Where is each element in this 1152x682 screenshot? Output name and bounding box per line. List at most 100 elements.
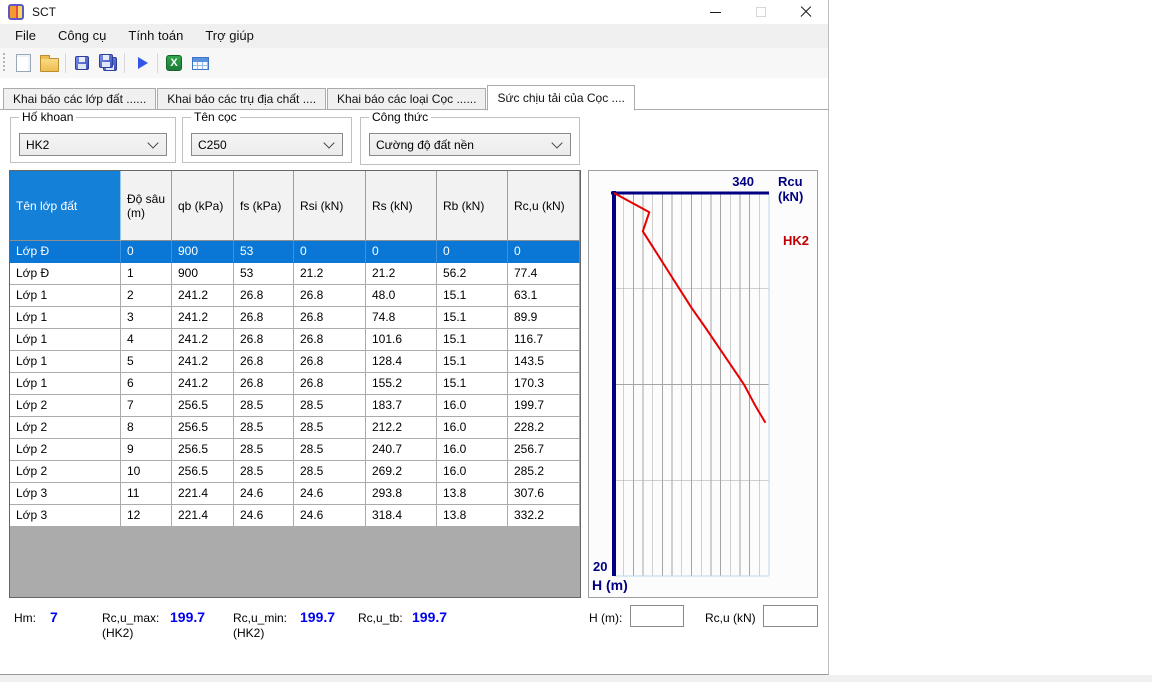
- table-cell[interactable]: 241.2: [172, 307, 234, 329]
- table-cell[interactable]: 13.8: [437, 483, 508, 505]
- table-row[interactable]: Lớp 16241.226.826.8155.215.1170.3: [10, 373, 580, 395]
- table-cell[interactable]: 28.5: [234, 439, 294, 461]
- table-cell[interactable]: 285.2: [508, 461, 580, 483]
- table-cell[interactable]: 241.2: [172, 285, 234, 307]
- table-cell[interactable]: 0: [508, 241, 580, 263]
- table-cell[interactable]: 332.2: [508, 505, 580, 527]
- table-cell[interactable]: 307.6: [508, 483, 580, 505]
- table-cell[interactable]: 0: [294, 241, 366, 263]
- borehole-select[interactable]: HK2: [19, 133, 167, 156]
- table-cell[interactable]: 170.3: [508, 373, 580, 395]
- table-cell[interactable]: 900: [172, 263, 234, 285]
- table-cell[interactable]: 2: [121, 285, 172, 307]
- save-button[interactable]: [70, 51, 94, 75]
- close-button[interactable]: [783, 0, 828, 24]
- table-cell[interactable]: 28.5: [234, 395, 294, 417]
- table-cell[interactable]: 128.4: [366, 351, 437, 373]
- table-row[interactable]: Lớp 13241.226.826.874.815.189.9: [10, 307, 580, 329]
- table-cell[interactable]: 28.5: [234, 417, 294, 439]
- table-cell[interactable]: 16.0: [437, 417, 508, 439]
- table-cell[interactable]: 53: [234, 241, 294, 263]
- table-cell[interactable]: 5: [121, 351, 172, 373]
- column-header[interactable]: Rc,u (kN): [508, 171, 580, 241]
- column-header[interactable]: qb (kPa): [172, 171, 234, 241]
- table-cell[interactable]: Lớp 1: [10, 307, 121, 329]
- table-cell[interactable]: 16.0: [437, 439, 508, 461]
- table-cell[interactable]: 77.4: [508, 263, 580, 285]
- table-cell[interactable]: 15.1: [437, 307, 508, 329]
- table-cell[interactable]: 221.4: [172, 505, 234, 527]
- table-cell[interactable]: 28.5: [294, 461, 366, 483]
- table-cell[interactable]: 28.5: [234, 461, 294, 483]
- table-row[interactable]: Lớp 311221.424.624.6293.813.8307.6: [10, 483, 580, 505]
- table-cell[interactable]: 26.8: [234, 329, 294, 351]
- table-cell[interactable]: 256.5: [172, 395, 234, 417]
- table-cell[interactable]: Lớp 3: [10, 483, 121, 505]
- table-cell[interactable]: 116.7: [508, 329, 580, 351]
- table-cell[interactable]: 26.8: [294, 285, 366, 307]
- table-cell[interactable]: 11: [121, 483, 172, 505]
- column-header[interactable]: Rs (kN): [366, 171, 437, 241]
- table-cell[interactable]: 155.2: [366, 373, 437, 395]
- column-header[interactable]: Rsi (kN): [294, 171, 366, 241]
- menu-item-1[interactable]: File: [4, 24, 47, 48]
- table-cell[interactable]: 12: [121, 505, 172, 527]
- rcu-query-input[interactable]: [763, 605, 818, 627]
- table-cell[interactable]: 269.2: [366, 461, 437, 483]
- table-cell[interactable]: 21.2: [366, 263, 437, 285]
- column-header[interactable]: fs (kPa): [234, 171, 294, 241]
- table-cell[interactable]: Lớp 2: [10, 439, 121, 461]
- table-cell[interactable]: 101.6: [366, 329, 437, 351]
- column-header[interactable]: Tên lớp đất: [10, 171, 121, 241]
- table-cell[interactable]: 26.8: [234, 373, 294, 395]
- table-cell[interactable]: 7: [121, 395, 172, 417]
- menu-item-3[interactable]: Tính toán: [117, 24, 194, 48]
- table-cell[interactable]: 240.7: [366, 439, 437, 461]
- table-cell[interactable]: 241.2: [172, 373, 234, 395]
- tab-4[interactable]: Sức chịu tải của Cọc ....: [487, 85, 634, 111]
- table-cell[interactable]: 183.7: [366, 395, 437, 417]
- table-cell[interactable]: 13.8: [437, 505, 508, 527]
- table-cell[interactable]: 26.8: [294, 307, 366, 329]
- table-cell[interactable]: 26.8: [234, 285, 294, 307]
- table-cell[interactable]: 24.6: [294, 483, 366, 505]
- excel-export-button[interactable]: [162, 51, 186, 75]
- table-cell[interactable]: Lớp 2: [10, 417, 121, 439]
- table-cell[interactable]: 26.8: [294, 373, 366, 395]
- table-cell[interactable]: 24.6: [234, 483, 294, 505]
- table-cell[interactable]: Lớp 3: [10, 505, 121, 527]
- table-cell[interactable]: 241.2: [172, 329, 234, 351]
- table-cell[interactable]: 48.0: [366, 285, 437, 307]
- table-cell[interactable]: 26.8: [234, 351, 294, 373]
- table-cell[interactable]: Lớp 2: [10, 461, 121, 483]
- tab-3[interactable]: Khai báo các loại Cọc ......: [327, 88, 486, 110]
- table-cell[interactable]: 89.9: [508, 307, 580, 329]
- table-cell[interactable]: 53: [234, 263, 294, 285]
- table-cell[interactable]: Lớp Đ: [10, 241, 121, 263]
- table-cell[interactable]: 1: [121, 263, 172, 285]
- table-cell[interactable]: 10: [121, 461, 172, 483]
- tab-2[interactable]: Khai báo các trụ địa chất ....: [157, 88, 326, 110]
- table-row[interactable]: Lớp 27256.528.528.5183.716.0199.7: [10, 395, 580, 417]
- table-row[interactable]: Lớp 210256.528.528.5269.216.0285.2: [10, 461, 580, 483]
- table-cell[interactable]: 9: [121, 439, 172, 461]
- table-cell[interactable]: 24.6: [234, 505, 294, 527]
- table-cell[interactable]: 3: [121, 307, 172, 329]
- table-cell[interactable]: 900: [172, 241, 234, 263]
- table-cell[interactable]: 16.0: [437, 395, 508, 417]
- new-file-button[interactable]: [11, 51, 35, 75]
- table-cell[interactable]: Lớp 1: [10, 329, 121, 351]
- table-cell[interactable]: 15.1: [437, 373, 508, 395]
- table-cell[interactable]: Lớp Đ: [10, 263, 121, 285]
- formula-select[interactable]: Cường độ đất nền: [369, 133, 571, 156]
- pile-select[interactable]: C250: [191, 133, 343, 156]
- table-row[interactable]: Lớp 312221.424.624.6318.413.8332.2: [10, 505, 580, 527]
- column-header[interactable]: Rb (kN): [437, 171, 508, 241]
- table-cell[interactable]: 56.2: [437, 263, 508, 285]
- table-cell[interactable]: 212.2: [366, 417, 437, 439]
- table-cell[interactable]: 26.8: [294, 351, 366, 373]
- menu-item-4[interactable]: Trợ giúp: [194, 24, 265, 48]
- table-row[interactable]: Lớp 28256.528.528.5212.216.0228.2: [10, 417, 580, 439]
- table-cell[interactable]: 199.7: [508, 395, 580, 417]
- table-cell[interactable]: 256.7: [508, 439, 580, 461]
